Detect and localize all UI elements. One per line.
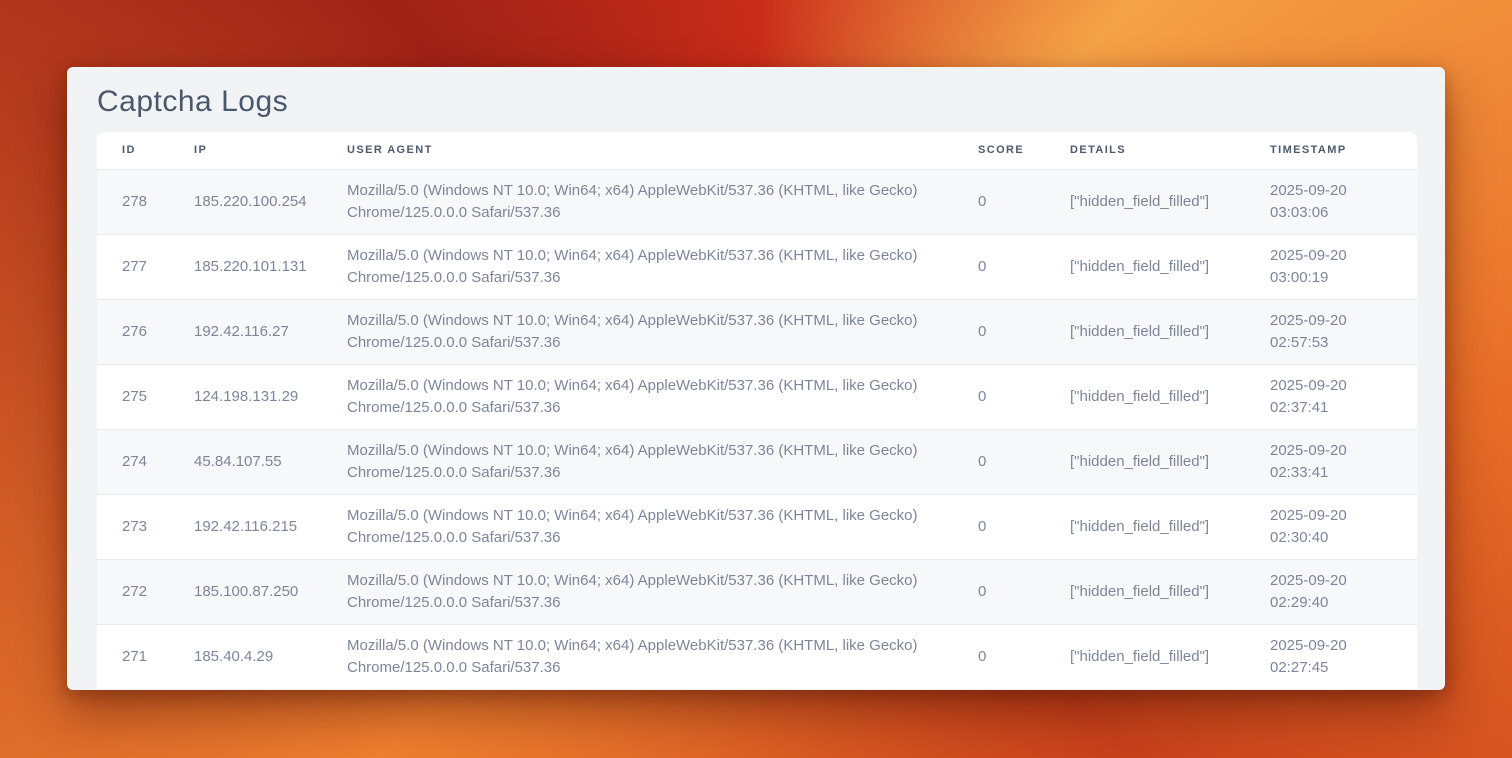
column-header-ip: IP [169, 132, 322, 169]
column-header-id: ID [97, 132, 169, 169]
cell-score: 0 [953, 299, 1045, 364]
table-row: 271 185.40.4.29 Mozilla/5.0 (Windows NT … [97, 624, 1417, 689]
page-background: Captcha Logs ID IP USER AGENT SCORE DETA… [0, 0, 1512, 758]
cell-user-agent: Mozilla/5.0 (Windows NT 10.0; Win64; x64… [322, 169, 953, 234]
page-title: Captcha Logs [97, 84, 1445, 120]
cell-id: 275 [97, 364, 169, 429]
cell-id: 273 [97, 494, 169, 559]
cell-timestamp: 2025-09-20 03:00:19 [1245, 234, 1417, 299]
cell-ip: 185.40.4.29 [169, 624, 322, 689]
cell-timestamp: 2025-09-20 02:30:40 [1245, 494, 1417, 559]
column-header-details: DETAILS [1045, 132, 1245, 169]
table-row: 272 185.100.87.250 Mozilla/5.0 (Windows … [97, 559, 1417, 624]
cell-details: ["hidden_field_filled"] [1045, 559, 1245, 624]
cell-score: 0 [953, 494, 1045, 559]
cell-id: 277 [97, 234, 169, 299]
cell-details: ["hidden_field_filled"] [1045, 494, 1245, 559]
cell-user-agent: Mozilla/5.0 (Windows NT 10.0; Win64; x64… [322, 364, 953, 429]
captcha-logs-card: Captcha Logs ID IP USER AGENT SCORE DETA… [67, 67, 1445, 690]
cell-user-agent: Mozilla/5.0 (Windows NT 10.0; Win64; x64… [322, 494, 953, 559]
cell-timestamp: 2025-09-20 02:37:41 [1245, 364, 1417, 429]
table-row: 277 185.220.101.131 Mozilla/5.0 (Windows… [97, 234, 1417, 299]
table-row: 275 124.198.131.29 Mozilla/5.0 (Windows … [97, 364, 1417, 429]
cell-ip: 192.42.116.27 [169, 299, 322, 364]
cell-details: ["hidden_field_filled"] [1045, 299, 1245, 364]
column-header-timestamp: TIMESTAMP [1245, 132, 1417, 169]
cell-score: 0 [953, 429, 1045, 494]
cell-ip: 192.42.116.215 [169, 494, 322, 559]
cell-user-agent: Mozilla/5.0 (Windows NT 10.0; Win64; x64… [322, 559, 953, 624]
cell-ip: 124.198.131.29 [169, 364, 322, 429]
cell-timestamp: 2025-09-20 03:03:06 [1245, 169, 1417, 234]
table-row: 276 192.42.116.27 Mozilla/5.0 (Windows N… [97, 299, 1417, 364]
cell-id: 278 [97, 169, 169, 234]
cell-id: 271 [97, 624, 169, 689]
cell-id: 274 [97, 429, 169, 494]
cell-id: 272 [97, 559, 169, 624]
cell-user-agent: Mozilla/5.0 (Windows NT 10.0; Win64; x64… [322, 299, 953, 364]
logs-table-container: ID IP USER AGENT SCORE DETAILS TIMESTAMP… [97, 132, 1417, 689]
table-header-row: ID IP USER AGENT SCORE DETAILS TIMESTAMP [97, 132, 1417, 169]
column-header-user-agent: USER AGENT [322, 132, 953, 169]
cell-score: 0 [953, 169, 1045, 234]
cell-ip: 185.220.100.254 [169, 169, 322, 234]
cell-timestamp: 2025-09-20 02:57:53 [1245, 299, 1417, 364]
cell-details: ["hidden_field_filled"] [1045, 169, 1245, 234]
cell-user-agent: Mozilla/5.0 (Windows NT 10.0; Win64; x64… [322, 429, 953, 494]
table-row: 274 45.84.107.55 Mozilla/5.0 (Windows NT… [97, 429, 1417, 494]
cell-score: 0 [953, 624, 1045, 689]
cell-ip: 45.84.107.55 [169, 429, 322, 494]
cell-timestamp: 2025-09-20 02:27:45 [1245, 624, 1417, 689]
logs-table: ID IP USER AGENT SCORE DETAILS TIMESTAMP… [97, 132, 1417, 689]
table-body: 278 185.220.100.254 Mozilla/5.0 (Windows… [97, 169, 1417, 689]
cell-details: ["hidden_field_filled"] [1045, 429, 1245, 494]
table-row: 278 185.220.100.254 Mozilla/5.0 (Windows… [97, 169, 1417, 234]
cell-ip: 185.100.87.250 [169, 559, 322, 624]
table-row: 273 192.42.116.215 Mozilla/5.0 (Windows … [97, 494, 1417, 559]
cell-details: ["hidden_field_filled"] [1045, 234, 1245, 299]
cell-score: 0 [953, 364, 1045, 429]
cell-score: 0 [953, 559, 1045, 624]
cell-id: 276 [97, 299, 169, 364]
column-header-score: SCORE [953, 132, 1045, 169]
cell-user-agent: Mozilla/5.0 (Windows NT 10.0; Win64; x64… [322, 624, 953, 689]
cell-ip: 185.220.101.131 [169, 234, 322, 299]
cell-timestamp: 2025-09-20 02:29:40 [1245, 559, 1417, 624]
cell-details: ["hidden_field_filled"] [1045, 364, 1245, 429]
cell-user-agent: Mozilla/5.0 (Windows NT 10.0; Win64; x64… [322, 234, 953, 299]
cell-details: ["hidden_field_filled"] [1045, 624, 1245, 689]
cell-timestamp: 2025-09-20 02:33:41 [1245, 429, 1417, 494]
cell-score: 0 [953, 234, 1045, 299]
